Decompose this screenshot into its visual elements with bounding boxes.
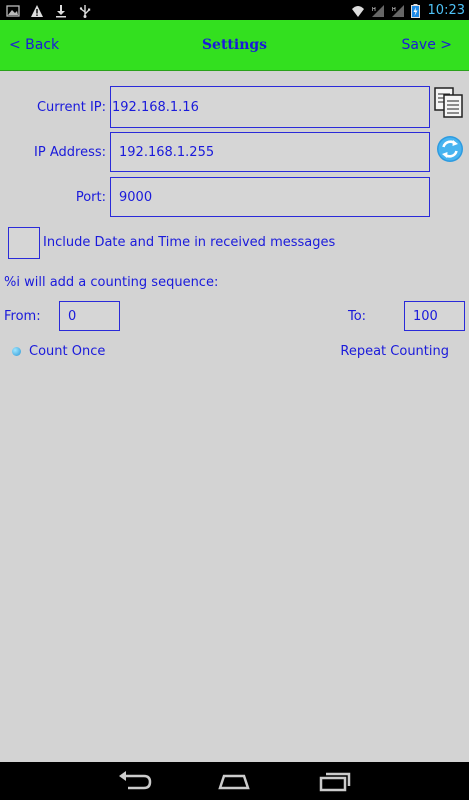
recent-apps-nav-icon[interactable] [315,768,355,794]
to-label: To: [348,309,367,324]
page-title: Settings [201,37,268,53]
include-datetime-label[interactable]: Include Date and Time in received messag… [43,235,335,250]
count-once-radio[interactable] [12,347,21,356]
to-value: 100 [413,308,438,324]
signal-icon: H [391,3,405,17]
current-ip-label: Current IP: [36,100,106,115]
from-field[interactable]: 0 [59,301,120,331]
status-time: 10:23 [427,2,465,18]
usb-icon [78,3,92,18]
home-nav-icon[interactable] [214,768,254,794]
include-datetime-checkbox[interactable] [8,227,40,259]
from-value: 0 [68,308,77,324]
current-ip-value: 192.168.1.16 [112,99,199,115]
ip-address-value: 192.168.1.255 [119,144,215,160]
download-icon [54,3,68,18]
navigation-bar [0,762,469,800]
to-field[interactable]: 100 [404,301,465,331]
back-nav-icon[interactable] [114,768,154,794]
svg-text:H: H [372,7,376,13]
wifi-icon [351,3,365,17]
warning-icon [30,3,44,17]
ip-address-label: IP Address: [34,145,106,160]
repeat-counting-label[interactable]: Repeat Counting [340,344,449,359]
svg-text:H: H [392,7,396,13]
current-ip-field[interactable]: 192.168.1.16 [110,86,430,128]
counting-note: %i will add a counting sequence: [4,275,219,290]
signal-icon: H [371,3,385,17]
count-once-label[interactable]: Count Once [29,344,105,359]
port-label: Port: [75,190,106,205]
refresh-icon[interactable] [435,134,465,164]
status-bar: H H 10:23 [0,0,469,20]
from-label: From: [4,309,41,324]
image-notification-icon [6,3,20,17]
port-value: 9000 [119,189,153,205]
save-button[interactable]: Save > [401,20,452,71]
port-field[interactable]: 9000 [110,177,430,217]
battery-icon [410,3,420,18]
copy-icon[interactable] [433,86,465,120]
back-button[interactable]: < Back [9,20,59,71]
ip-address-field[interactable]: 192.168.1.255 [110,132,430,172]
action-bar: Settings < Back Save > [0,20,469,71]
